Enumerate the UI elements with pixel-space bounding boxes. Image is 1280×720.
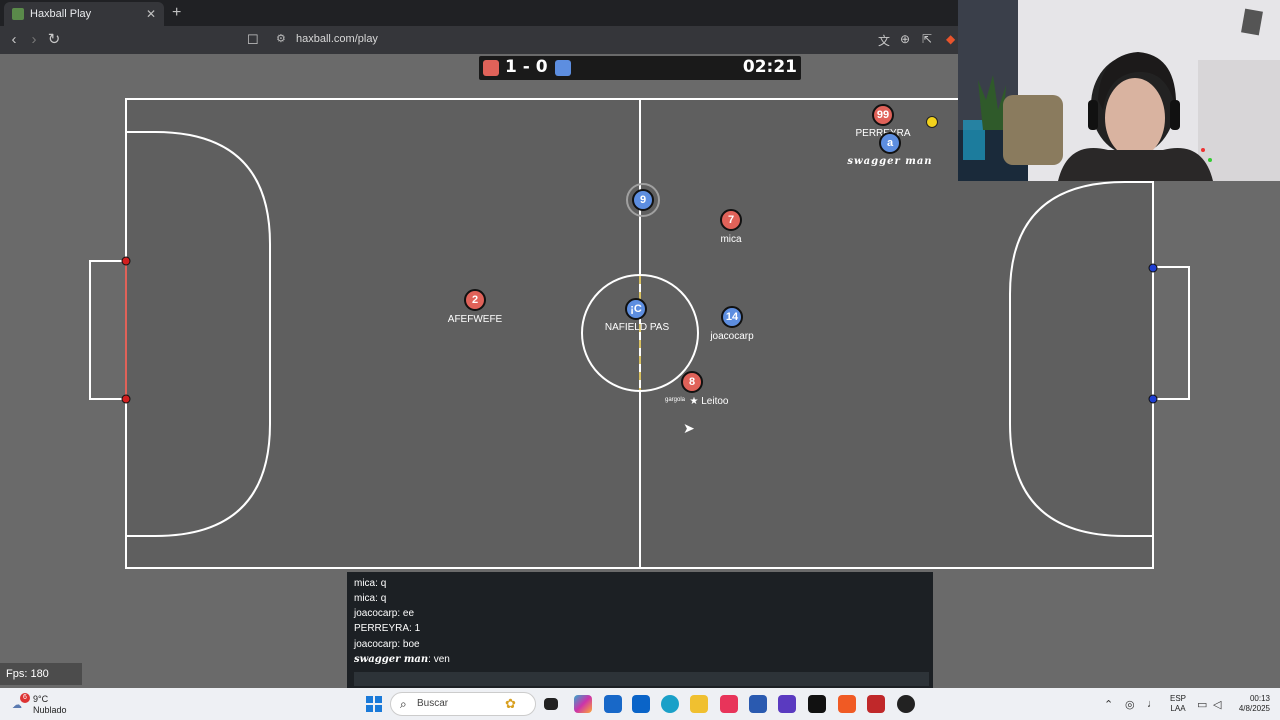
- right-goal-post-bottom: [1148, 394, 1158, 404]
- weather-temp: 9°C: [33, 694, 49, 704]
- obs-icon[interactable]: [897, 695, 915, 713]
- scoreboard: 1 - 0 02:21: [479, 56, 801, 80]
- chat-input[interactable]: [354, 672, 929, 686]
- player-joacocarp: 14: [721, 306, 743, 328]
- outlook-icon[interactable]: [632, 695, 650, 713]
- search-placeholder: Buscar: [417, 698, 449, 709]
- player-perreyra: 99: [872, 104, 894, 126]
- red-team-icon: [483, 60, 499, 76]
- right-goal: [1153, 266, 1190, 400]
- player-name-joacocarp: joacocarp: [710, 331, 754, 342]
- weather-desc: Nublado: [33, 705, 67, 715]
- player-9: 9: [632, 189, 654, 211]
- mouse-cursor-icon: ➤: [683, 420, 695, 436]
- blue-team-icon: [555, 60, 571, 76]
- back-arrow-icon[interactable]: ‹: [4, 30, 24, 50]
- chat-message: swagger man: ven: [354, 654, 450, 665]
- task-view-icon[interactable]: [544, 698, 558, 710]
- language-code: ESP: [1170, 694, 1187, 703]
- keyboard-layout: LAA: [1170, 704, 1186, 713]
- new-tab-button[interactable]: +: [172, 2, 181, 24]
- fps-counter: Fps: 180: [0, 663, 82, 685]
- brave-icon[interactable]: [838, 695, 856, 713]
- app-icon[interactable]: [749, 695, 767, 713]
- sunflower-icon: ✿: [505, 696, 516, 711]
- url-text[interactable]: haxball.com/play: [296, 33, 378, 45]
- video-app-icon[interactable]: [867, 695, 885, 713]
- address-bar[interactable]: ⚙ haxball.com/play: [268, 29, 958, 51]
- search-icon: ⌕: [400, 697, 407, 711]
- tab-title: Haxball Play: [30, 8, 92, 20]
- site-info-icon[interactable]: ⚙: [276, 32, 286, 45]
- tiktok-icon[interactable]: [720, 695, 738, 713]
- webcam-feed: [958, 0, 1280, 181]
- weather-icon: ☁: [12, 700, 22, 711]
- forward-arrow-icon[interactable]: ›: [24, 30, 44, 50]
- player-swagger-man: a: [879, 132, 901, 154]
- share-icon[interactable]: ⇱: [922, 32, 932, 46]
- language-indicator[interactable]: ESP LAA: [1170, 694, 1186, 714]
- chat-message: mica: q: [354, 593, 387, 604]
- zoom-icon[interactable]: ⊕: [900, 32, 910, 46]
- player-tag-gargola: gargola: [664, 397, 686, 403]
- taskbar-search[interactable]: ⌕ Buscar ✿: [390, 692, 536, 716]
- chevron-up-icon[interactable]: ⌃: [1104, 698, 1113, 711]
- chat-message: joacocarp: boe: [354, 639, 420, 650]
- microphone-icon[interactable]: ♩: [1147, 698, 1158, 710]
- left-goal-post-bottom: [121, 394, 131, 404]
- left-goal: [89, 260, 126, 400]
- player-name-swagger-man: swagger man: [847, 156, 933, 167]
- store-icon[interactable]: [604, 695, 622, 713]
- player-name-leitoo: ★ Leitoo: [690, 396, 729, 407]
- security-icon[interactable]: ◎: [1125, 698, 1135, 711]
- player-mica: 7: [720, 209, 742, 231]
- translate-icon[interactable]: 文: [878, 32, 890, 49]
- network-icon[interactable]: ▭: [1197, 698, 1207, 711]
- ball: [926, 116, 938, 128]
- haxball-favicon-icon: [12, 8, 24, 20]
- webcam-overlay: [958, 0, 1280, 181]
- chat-message: joacocarp: ee: [354, 608, 415, 619]
- chat-message: mica: q: [354, 578, 387, 589]
- bookmark-icon[interactable]: ☐: [247, 30, 259, 50]
- brave-shield-icon[interactable]: ◆: [946, 32, 955, 46]
- player-afefwefe: 2: [464, 289, 486, 311]
- chat-panel: mica: q mica: q joacocarp: ee PERREYRA: …: [347, 572, 933, 688]
- clock[interactable]: 00:13 4/8/2025: [1230, 694, 1270, 714]
- close-tab-icon[interactable]: ✕: [146, 2, 156, 26]
- reload-icon[interactable]: ↻: [44, 30, 64, 50]
- mm-app-icon[interactable]: [808, 695, 826, 713]
- player-nafield: ¡C: [625, 298, 647, 320]
- player-leitoo: 8: [681, 371, 703, 393]
- clock-time: 00:13: [1249, 694, 1270, 703]
- edge-icon[interactable]: [661, 695, 679, 713]
- volume-icon[interactable]: ◁: [1213, 698, 1221, 711]
- left-goal-post-top: [121, 256, 131, 266]
- player-name-nafield: NAFIELD PAS: [604, 322, 670, 333]
- score-text: 1 - 0: [505, 57, 548, 77]
- star-icon: ★: [689, 396, 702, 407]
- player-name-leitoo-text: Leitoo: [701, 396, 729, 407]
- player-name-mica: mica: [720, 234, 742, 245]
- chat-message: PERREYRA: 1: [354, 623, 421, 634]
- right-goal-post-top: [1148, 263, 1158, 273]
- proton-vpn-icon[interactable]: [778, 695, 796, 713]
- file-explorer-icon[interactable]: [690, 695, 708, 713]
- clock-date: 4/8/2025: [1238, 704, 1270, 713]
- windows-start-icon[interactable]: [366, 696, 382, 712]
- windows-taskbar: 6 ☁ 9°C Nublado ⌕ Buscar ✿ ⌃ ◎ ♩ ESP LAA…: [0, 688, 1280, 720]
- tab-haxball[interactable]: Haxball Play ✕: [4, 2, 164, 26]
- copilot-icon[interactable]: [574, 695, 592, 713]
- player-name-afefwefe: AFEFWEFE: [447, 314, 503, 325]
- match-timer: 02:21: [742, 57, 797, 77]
